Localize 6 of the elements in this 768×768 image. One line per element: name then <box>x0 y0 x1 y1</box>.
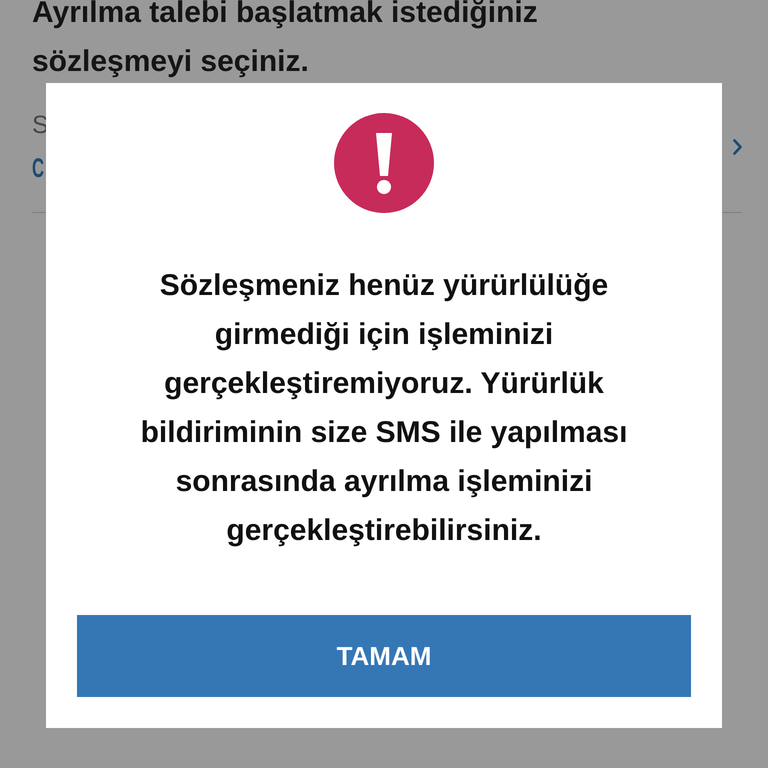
dialog-message: Sözleşmeniz henüz yürürlülüğe girmediği için işleminizi gerçekleştiremiyoruz. Yürürlük bildiriminin size SMS ile yapılması sonrasında ayrılma işleminizi gerçekleştirebilirsiniz. <box>140 268 628 549</box>
contract-value: C <box>32 152 44 184</box>
chevron-right-icon <box>733 139 742 155</box>
ok-button[interactable]: TAMAM <box>77 615 691 697</box>
page-heading: Ayrılma talebi başlatmak istediğiniz sözleşmeyi seçiniz. <box>32 0 539 80</box>
exclamation-icon <box>334 113 434 213</box>
